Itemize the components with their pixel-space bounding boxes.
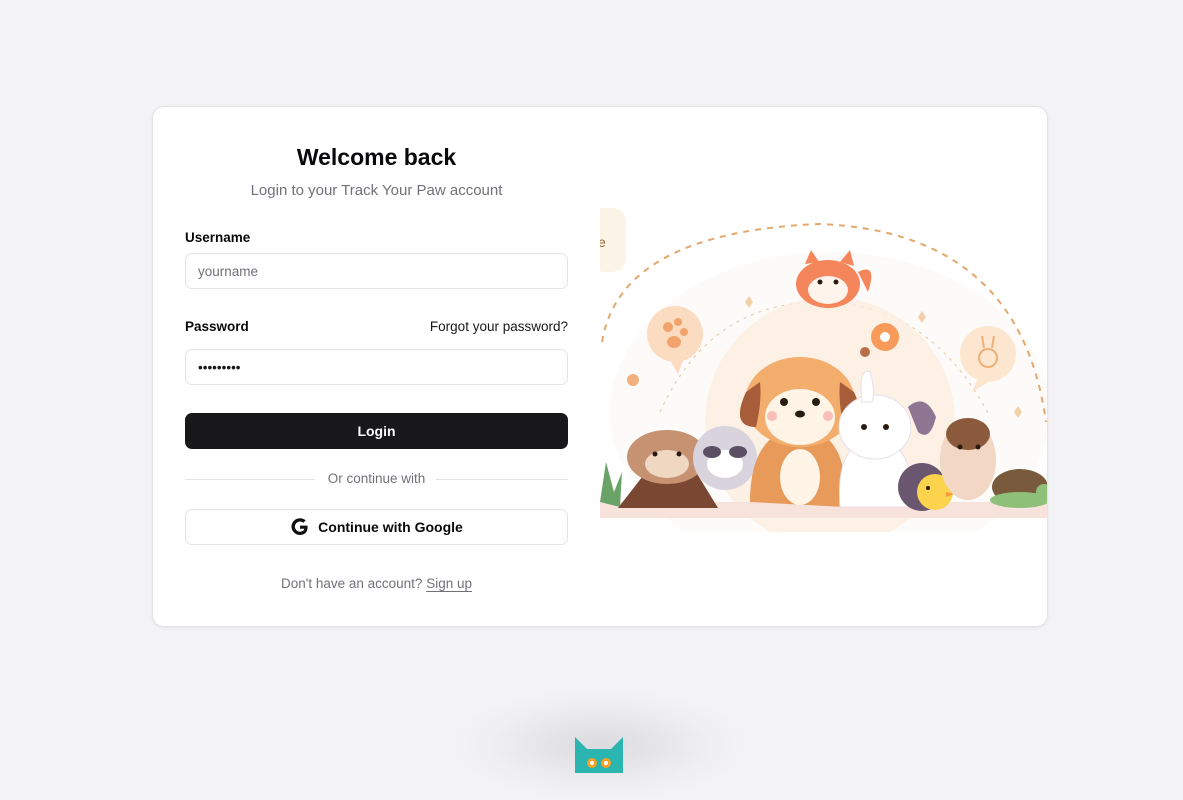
cat-logo-icon[interactable] <box>575 733 623 773</box>
password-label: Password <box>185 319 249 334</box>
donut-icon <box>871 323 899 351</box>
page-subtitle: Login to your Track Your Paw account <box>250 182 503 199</box>
page-title: Welcome back <box>296 144 457 170</box>
raccoon-icon <box>693 426 757 490</box>
signup-row: Don't have an account? Sign up <box>185 576 568 591</box>
signup-link[interactable]: Sign up <box>426 576 472 591</box>
speech-bubble-icon: e <box>590 208 626 272</box>
svg-text:e: e <box>600 234 606 250</box>
or-continue-divider: Or continue with <box>185 471 568 487</box>
forgot-password-link[interactable]: Forgot your password? <box>430 319 568 334</box>
login-card: Welcome back Login to your Track Your Pa… <box>152 106 1048 627</box>
pets-illustration: e <box>590 202 1047 572</box>
guinea-pig-icon <box>940 418 996 500</box>
google-button-label: Continue with Google <box>318 519 463 535</box>
divider-line-right <box>436 479 568 480</box>
google-login-button[interactable]: Continue with Google <box>185 509 568 545</box>
google-g-icon <box>290 517 310 537</box>
username-label: Username <box>185 230 251 245</box>
signup-prompt: Don't have an account? <box>281 576 423 591</box>
username-input[interactable] <box>185 253 568 289</box>
password-input[interactable] <box>185 349 568 385</box>
login-button[interactable]: Login <box>185 413 568 449</box>
